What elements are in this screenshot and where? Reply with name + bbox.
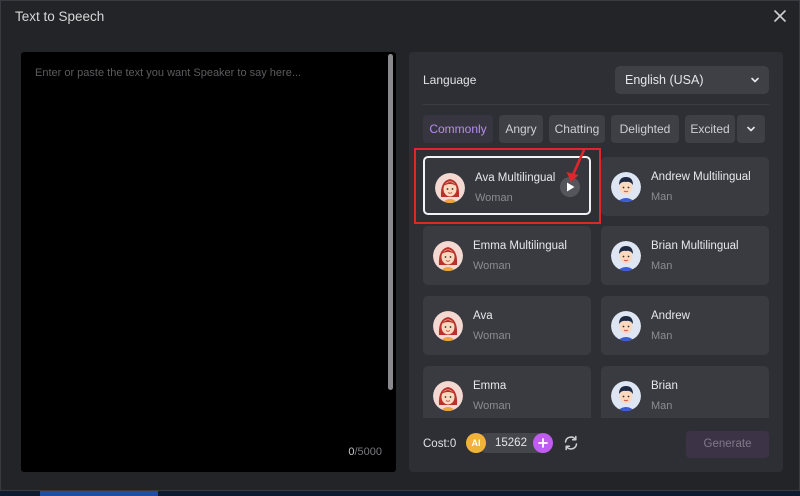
voice-gender: Woman bbox=[473, 260, 511, 272]
woman-avatar-icon bbox=[433, 241, 463, 271]
man-avatar-icon bbox=[611, 172, 641, 202]
voice-card-andrew[interactable]: Andrew Man bbox=[601, 296, 769, 355]
voice-gender: Man bbox=[651, 260, 673, 272]
voice-name: Emma bbox=[473, 380, 507, 392]
chevron-down-icon bbox=[747, 126, 755, 132]
tab-chatting[interactable]: Chatting bbox=[549, 115, 605, 143]
tab-angry[interactable]: Angry bbox=[499, 115, 543, 143]
woman-avatar-icon bbox=[433, 381, 463, 411]
titlebar: Text to Speech bbox=[1, 1, 799, 33]
voice-gender: Woman bbox=[473, 400, 511, 412]
cost-label-text: Cost: bbox=[423, 438, 450, 450]
window-title: Text to Speech bbox=[15, 9, 105, 24]
tab-delighted[interactable]: Delighted bbox=[611, 115, 679, 143]
voice-name: Ava bbox=[473, 310, 493, 322]
woman-avatar-icon bbox=[435, 173, 465, 203]
add-credits-button[interactable] bbox=[533, 433, 553, 453]
taskbar-highlight bbox=[40, 491, 158, 496]
voice-name: Andrew Multilingual bbox=[651, 171, 751, 183]
text-input[interactable] bbox=[21, 52, 381, 452]
cost-value: 0 bbox=[449, 438, 457, 450]
voice-card-ava-multilingual[interactable]: Ava Multilingual Woman bbox=[423, 156, 591, 215]
refresh-icon bbox=[564, 435, 578, 451]
voice-name: Brian bbox=[651, 380, 678, 392]
voice-gender: Woman bbox=[475, 192, 513, 204]
divider bbox=[423, 104, 769, 105]
man-avatar-icon bbox=[611, 311, 641, 341]
woman-avatar-icon bbox=[433, 311, 463, 341]
language-select[interactable]: English (USA) bbox=[615, 66, 769, 94]
generate-button[interactable]: Generate bbox=[686, 431, 769, 458]
voice-gender: Woman bbox=[473, 330, 511, 342]
man-avatar-icon bbox=[611, 241, 641, 271]
voice-card-brian-multilingual[interactable]: Brian Multilingual Man bbox=[601, 226, 769, 285]
voice-name: Ava Multilingual bbox=[475, 172, 556, 184]
taskbar-strip bbox=[0, 491, 800, 496]
voice-card-brian[interactable]: Brian Man bbox=[601, 366, 769, 418]
text-to-speech-dialog: Text to Speech 0/5000 Language English (… bbox=[0, 0, 800, 491]
voice-card-andrew-multilingual[interactable]: Andrew Multilingual Man bbox=[601, 157, 769, 216]
voice-panel: Language English (USA) Commonly Angry Ch… bbox=[409, 52, 783, 472]
chevron-down-icon bbox=[751, 77, 759, 83]
text-editor: 0/5000 bbox=[21, 52, 396, 472]
tab-excited[interactable]: Excited bbox=[685, 115, 735, 143]
plus-icon bbox=[538, 438, 548, 448]
char-limit: /5000 bbox=[354, 446, 382, 458]
voice-gender: Man bbox=[651, 191, 673, 203]
more-tabs-button[interactable] bbox=[737, 115, 765, 143]
close-icon bbox=[774, 10, 786, 22]
language-label: Language bbox=[423, 73, 477, 87]
play-icon bbox=[567, 182, 575, 192]
voice-name: Brian Multilingual bbox=[651, 240, 739, 252]
man-avatar-icon bbox=[611, 381, 641, 411]
voice-card-emma-multilingual[interactable]: Emma Multilingual Woman bbox=[423, 226, 591, 285]
language-selected-value: English (USA) bbox=[625, 73, 704, 87]
character-counter: 0/5000 bbox=[348, 446, 382, 458]
cost-label: Cost:0 bbox=[423, 438, 456, 450]
ai-coin-icon: AI bbox=[466, 433, 486, 453]
refresh-button[interactable] bbox=[562, 434, 580, 452]
voice-gender: Man bbox=[651, 400, 673, 412]
close-button[interactable] bbox=[771, 7, 789, 25]
play-preview-button[interactable] bbox=[560, 177, 580, 197]
voice-card-ava[interactable]: Ava Woman bbox=[423, 296, 591, 355]
voice-list: Ava Multilingual Woman Andrew Multilingu… bbox=[409, 156, 783, 418]
voice-name: Emma Multilingual bbox=[473, 240, 567, 252]
credits-value: 15262 bbox=[495, 437, 527, 449]
editor-scrollbar[interactable] bbox=[388, 54, 393, 390]
voice-gender: Man bbox=[651, 330, 673, 342]
voice-name: Andrew bbox=[651, 310, 690, 322]
tab-commonly[interactable]: Commonly bbox=[423, 115, 493, 143]
voice-card-emma[interactable]: Emma Woman bbox=[423, 366, 591, 418]
